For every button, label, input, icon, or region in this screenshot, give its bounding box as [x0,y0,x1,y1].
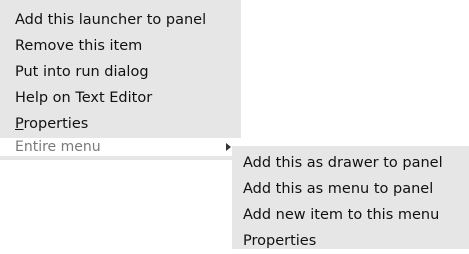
menu-item-label: Add this as menu to panel [243,181,434,197]
menu-item-mnemonic: P [15,116,24,132]
submenu-item-add-as-drawer[interactable]: Add this as drawer to panel [232,150,469,176]
menu-item-label: Help on Text Editor [15,90,153,106]
submenu-item-properties[interactable]: Properties [232,228,469,254]
menu-item-add-launcher-to-panel[interactable]: Add this launcher to panel [0,7,241,33]
menu-item-label: Add this launcher to panel [15,12,207,28]
menu-item-label: Add this as drawer to panel [243,155,443,171]
menu-item-remove-item[interactable]: Remove this item [0,33,241,59]
menu-item-label: Add new item to this menu [243,207,440,223]
menu-item-label: Remove this item [15,38,143,54]
menu-item-properties[interactable]: Properties [0,111,241,137]
menu-item-label: Properties [243,233,317,249]
context-menu: Add this launcher to panel Remove this i… [0,0,241,160]
submenu-arrow-icon [226,143,231,151]
menu-item-entire-menu[interactable]: Entire menu [0,138,241,156]
entire-menu-submenu: Add this as drawer to panel Add this as … [232,146,469,249]
menu-item-label: Entire menu [15,139,101,155]
submenu-item-add-as-menu[interactable]: Add this as menu to panel [232,176,469,202]
menu-item-help-text-editor[interactable]: Help on Text Editor [0,85,241,111]
menu-item-label: roperties [23,116,89,132]
submenu-item-add-new-item[interactable]: Add new item to this menu [232,202,469,228]
menu-item-label: Put into run dialog [15,64,149,80]
menu-item-put-into-run-dialog[interactable]: Put into run dialog [0,59,241,85]
